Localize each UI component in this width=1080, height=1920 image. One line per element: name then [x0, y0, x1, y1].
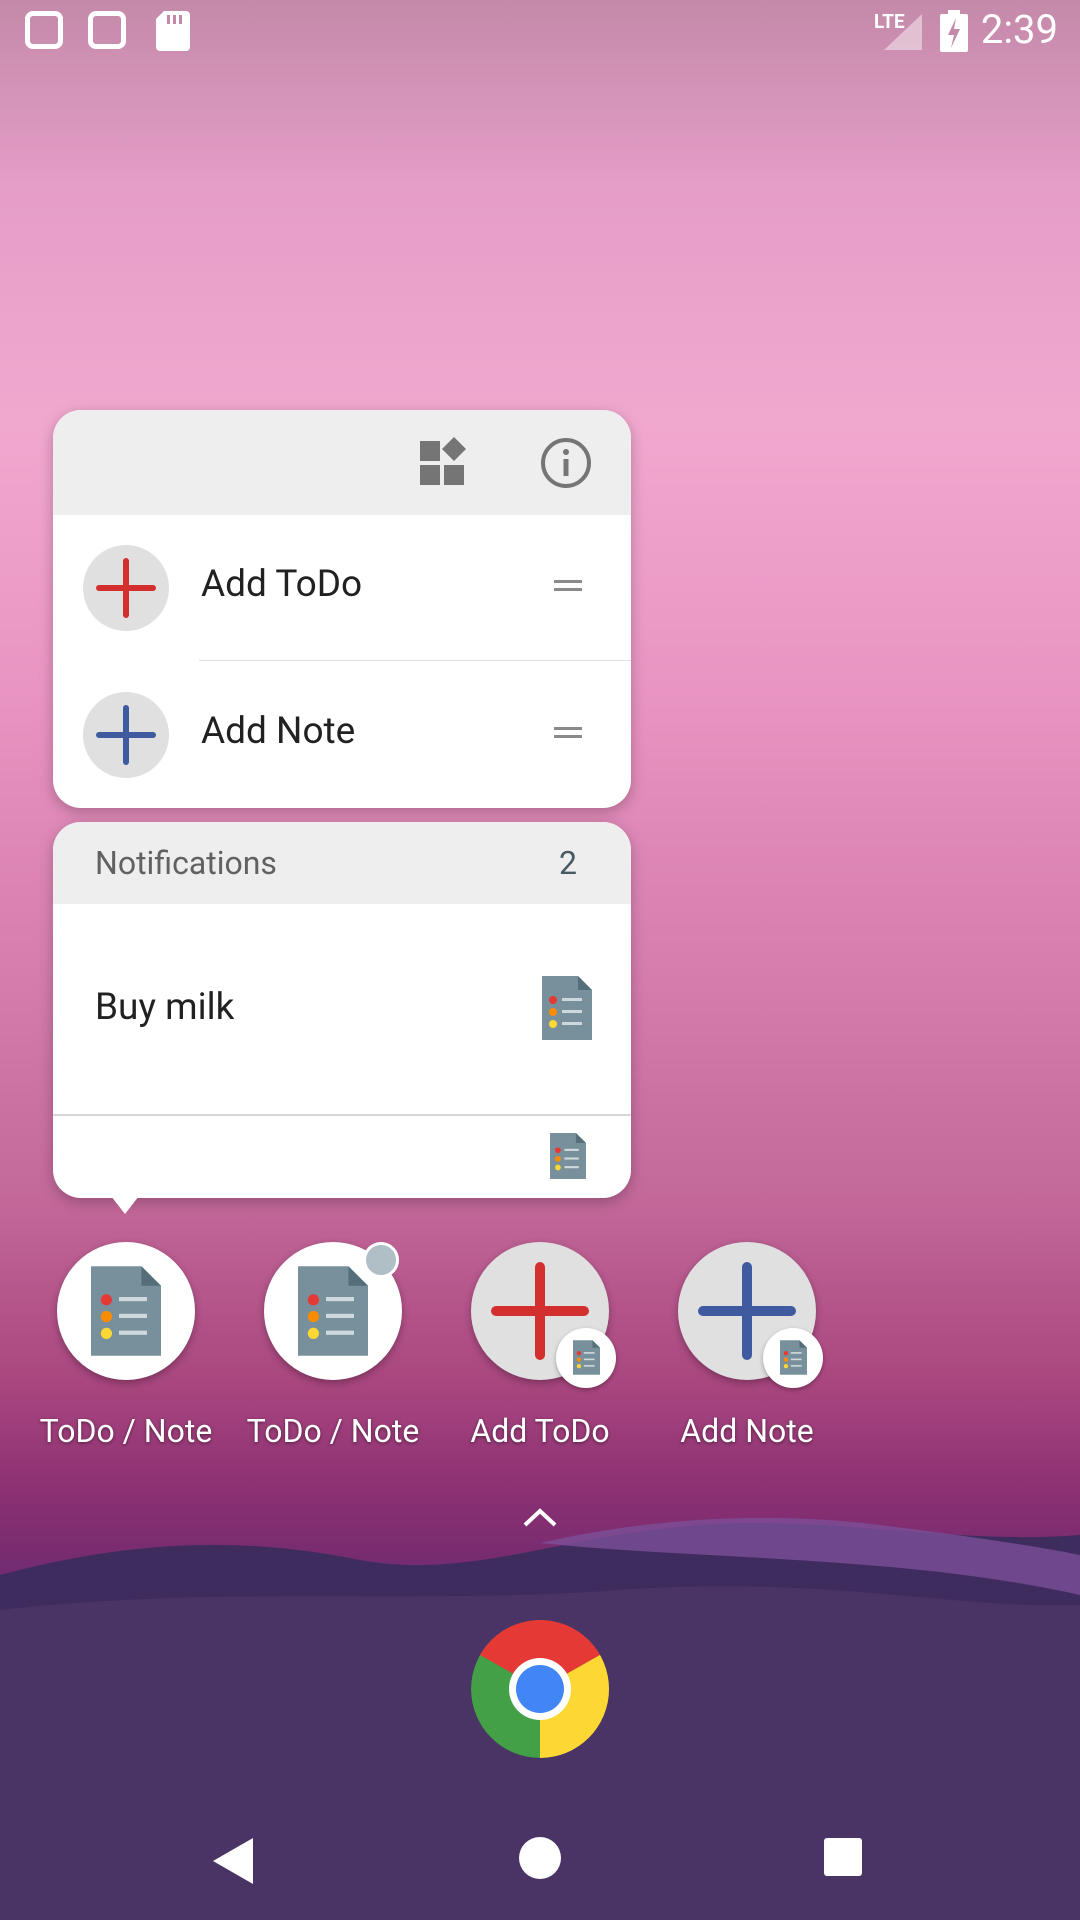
shortcut-label: Add Note: [201, 710, 356, 753]
notifications-popup: Notifications 2 Buy milk: [53, 822, 631, 1198]
notifications-title: Notifications: [95, 844, 277, 882]
app-info-icon[interactable]: [540, 437, 592, 489]
chevron-up-icon[interactable]: [522, 1505, 558, 1529]
notifications-header: Notifications 2: [53, 822, 631, 904]
recents-button[interactable]: [824, 1838, 862, 1876]
square-notification-icon: [25, 11, 63, 49]
notification-dot: [363, 1242, 399, 1278]
todo-note-icon: [91, 1266, 161, 1356]
shortcut-add-note[interactable]: Add Note: [53, 662, 631, 808]
widgets-icon[interactable]: [418, 437, 468, 487]
app-todo-note[interactable]: ToDo / Note: [247, 1242, 419, 1462]
todo-note-icon: [542, 976, 592, 1040]
app-add-note-shortcut[interactable]: Add Note: [678, 1242, 823, 1462]
app-icon: [471, 1242, 616, 1388]
lte-signal-icon: [884, 14, 922, 50]
app-badge: [763, 1328, 823, 1388]
drag-handle-icon[interactable]: [554, 580, 582, 594]
app-shortcuts-popup: Add ToDo Add Note: [53, 410, 631, 808]
app-add-todo-shortcut[interactable]: Add ToDo: [470, 1242, 616, 1462]
notification-text: Buy milk: [95, 986, 235, 1029]
notifications-count: 2: [559, 844, 577, 882]
plus-icon: [96, 705, 156, 765]
battery-charging-icon: [940, 10, 968, 52]
app-todo-note[interactable]: ToDo / Note: [40, 1242, 212, 1462]
todo-note-icon: [298, 1266, 368, 1356]
app-label: ToDo / Note: [246, 1412, 420, 1450]
drag-handle-icon[interactable]: [554, 727, 582, 741]
todo-note-icon: [573, 1340, 600, 1375]
back-button[interactable]: [213, 1838, 253, 1884]
divider: [53, 1114, 631, 1116]
sd-card-icon: [156, 11, 190, 51]
app-label: Add ToDo: [470, 1412, 610, 1450]
app-icon: [57, 1242, 195, 1380]
todo-note-icon[interactable]: [550, 1132, 586, 1180]
add-todo-shortcut-icon: [83, 545, 169, 631]
popup-header: [53, 410, 631, 515]
square-notification-icon: [88, 11, 126, 49]
todo-note-icon: [780, 1340, 807, 1375]
navigation-bar: [0, 1790, 1080, 1920]
app-label: Add Note: [680, 1412, 814, 1450]
status-bar: LTE 2:39: [0, 0, 1080, 63]
shortcut-label: Add ToDo: [201, 563, 363, 606]
notification-item[interactable]: Buy milk: [53, 904, 631, 1114]
clock: 2:39: [980, 6, 1058, 53]
popup-pointer: [111, 1196, 139, 1214]
app-badge: [556, 1328, 616, 1388]
app-label: ToDo / Note: [39, 1412, 213, 1450]
chrome-icon[interactable]: [471, 1620, 609, 1758]
shortcut-add-todo[interactable]: Add ToDo: [53, 515, 631, 661]
add-note-shortcut-icon: [83, 692, 169, 778]
app-icon: [264, 1242, 402, 1380]
app-icon: [678, 1242, 823, 1388]
home-button[interactable]: [519, 1837, 561, 1879]
plus-icon: [96, 558, 156, 618]
divider: [199, 660, 631, 661]
